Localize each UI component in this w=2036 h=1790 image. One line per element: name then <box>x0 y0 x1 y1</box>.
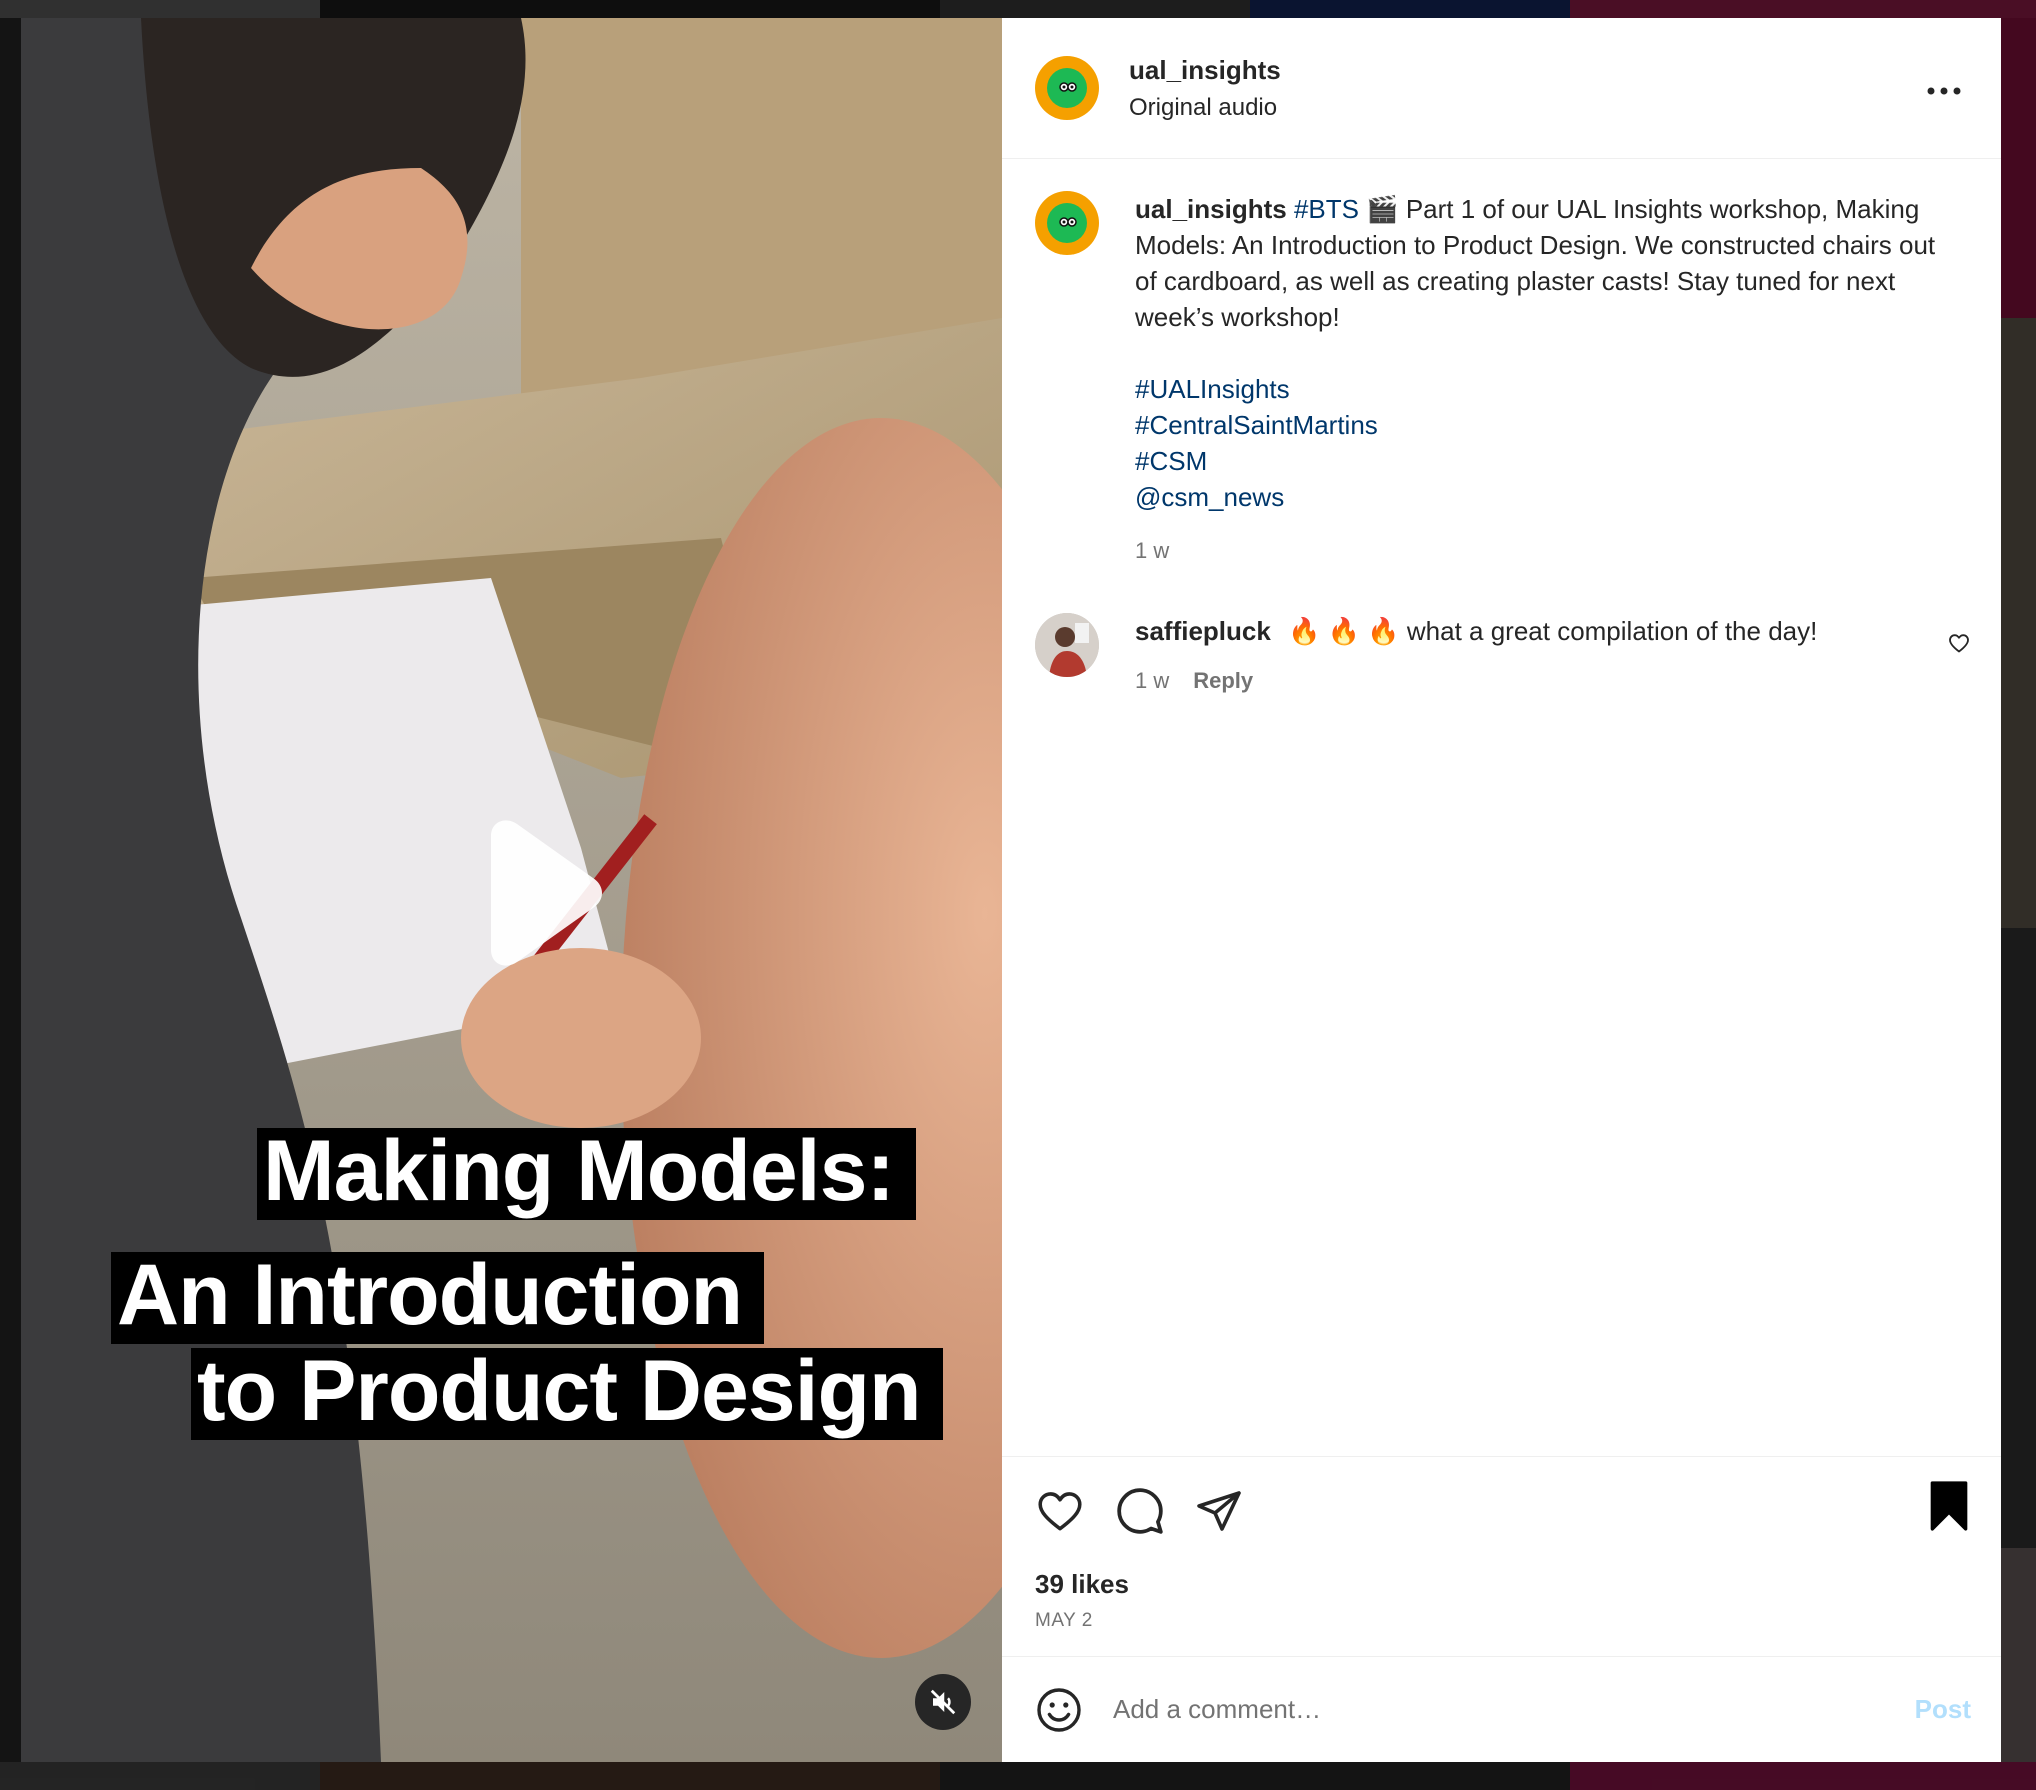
hashtag-link[interactable]: #BTS <box>1294 194 1359 224</box>
hashtag-link[interactable]: #CentralSaintMartins <box>1135 407 1955 443</box>
share-button[interactable] <box>1195 1487 1243 1535</box>
mute-toggle-button[interactable] <box>915 1674 971 1730</box>
comment-item: saffiepluck 🔥 🔥 🔥 what a great compilati… <box>1035 613 1971 699</box>
post-details-panel: ual_insights Original audio ual_insights… <box>1002 18 2001 1762</box>
hashtag-link[interactable]: #CSM <box>1135 443 1955 479</box>
heart-icon <box>1038 1492 1082 1531</box>
audio-link[interactable]: Original audio <box>1129 94 1281 122</box>
comment-text: what a great compilation of the day! <box>1406 616 1818 646</box>
post-modal: Making Models: An Introduction to Produc… <box>21 18 2001 1762</box>
mention-link[interactable]: @csm_news <box>1135 479 1955 515</box>
caption-author-avatar[interactable] <box>1035 191 1099 255</box>
post-header: ual_insights Original audio <box>1002 18 2001 159</box>
more-options-button[interactable] <box>1927 74 1961 95</box>
likes-count[interactable]: 39 likes <box>1035 1569 1971 1600</box>
like-button[interactable] <box>1035 1486 1085 1536</box>
emoji-picker-button[interactable] <box>1035 1686 1083 1734</box>
comment-like-button[interactable] <box>1947 631 1971 660</box>
paper-plane-icon <box>1197 1491 1241 1531</box>
post-actions: 39 likes MAY 2 <box>1002 1456 2001 1656</box>
comments-section[interactable]: ual_insights #BTS 🎬 Part 1 of our UAL In… <box>1002 159 2001 1456</box>
comment-button[interactable] <box>1115 1486 1165 1536</box>
comment-bubble-icon <box>1117 1488 1163 1534</box>
user-photo-icon <box>1035 613 1099 677</box>
heart-outline-icon <box>1949 634 1969 653</box>
play-button[interactable] <box>471 818 611 968</box>
avatar-logo <box>1047 203 1087 243</box>
add-comment-bar: Post <box>1002 1656 2001 1762</box>
clapper-emoji: 🎬 <box>1366 194 1399 224</box>
eyes-icon <box>1059 217 1077 227</box>
caption-username[interactable]: ual_insights <box>1135 194 1287 224</box>
more-horizontal-icon <box>1927 87 1961 95</box>
post-comment-button[interactable]: Post <box>1915 1694 1971 1725</box>
commenter-username[interactable]: saffiepluck <box>1135 616 1271 646</box>
smiley-icon <box>1037 1687 1081 1732</box>
fire-emoji: 🔥 🔥 🔥 <box>1288 616 1400 646</box>
post-video[interactable]: Making Models: An Introduction to Produc… <box>21 18 1002 1762</box>
reply-button[interactable]: Reply <box>1193 663 1253 699</box>
volume-muted-icon <box>930 1689 956 1715</box>
comment-text-line: saffiepluck 🔥 🔥 🔥 what a great compilati… <box>1135 613 1817 649</box>
save-button[interactable] <box>1927 1481 1971 1536</box>
author-avatar[interactable] <box>1035 56 1099 120</box>
author-username[interactable]: ual_insights <box>1129 55 1281 86</box>
comment-input[interactable] <box>1113 1694 1915 1725</box>
play-icon <box>491 820 602 966</box>
avatar-logo <box>1047 68 1087 108</box>
eyes-icon <box>1059 82 1077 92</box>
comment-timestamp[interactable]: 1 w <box>1135 663 1169 699</box>
post-caption: ual_insights #BTS 🎬 Part 1 of our UAL In… <box>1035 191 1971 569</box>
caption-timestamp[interactable]: 1 w <box>1135 533 1955 569</box>
hashtag-link[interactable]: #UALInsights <box>1135 371 1955 407</box>
commenter-avatar[interactable] <box>1035 613 1099 677</box>
post-date: MAY 2 <box>1035 1610 1093 1631</box>
bookmark-icon <box>1930 1481 1968 1531</box>
caption-text: ual_insights #BTS 🎬 Part 1 of our UAL In… <box>1135 191 1955 569</box>
